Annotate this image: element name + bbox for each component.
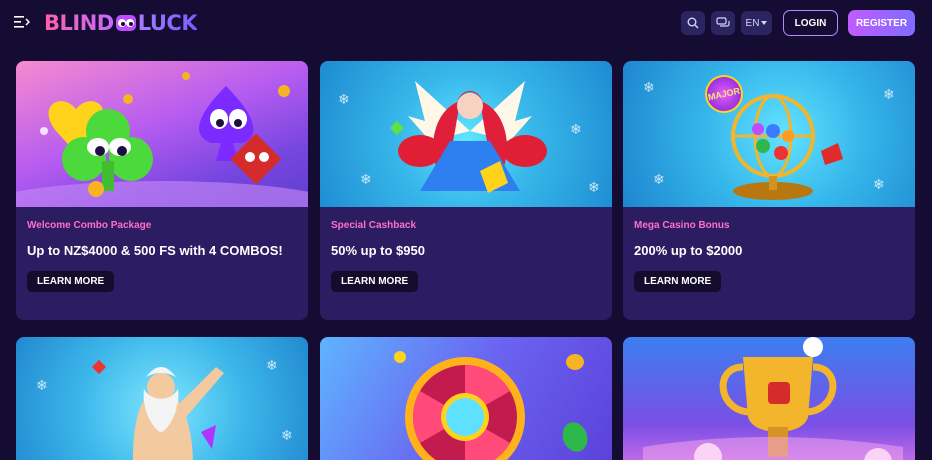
promo-image-lottery: ❄ ❄ ❄ ❄ MAJOR <box>623 61 915 207</box>
zeus-illustration <box>91 359 224 460</box>
logo[interactable]: BLIND LUCK <box>44 10 198 36</box>
promo-tag: Special Cashback <box>331 220 417 231</box>
promo-card[interactable]: ❄ ❄ ❄ ❄ MAJOR Mega Casino Bonus 200% up … <box>623 61 915 320</box>
snowflake-icon: ❄ <box>360 171 372 187</box>
snowflake-icon: ❄ <box>873 176 885 192</box>
promo-image-trophy <box>623 337 915 460</box>
promo-card[interactable]: ❄ ❄ ❄ <box>16 337 308 460</box>
snowflake-icon: ❄ <box>338 91 350 107</box>
promo-card[interactable]: ❄ ❄ ❄ ❄ Special Cashback 50% up to $950 … <box>320 61 612 320</box>
language-label: EN <box>745 17 760 29</box>
promo-tag: Welcome Combo Package <box>27 220 152 231</box>
logo-eyes-icon <box>115 15 136 31</box>
learn-more-button[interactable]: LEARN MORE <box>27 271 115 292</box>
promo-title: 200% up to $2000 <box>634 243 743 258</box>
lottery-cage-illustration <box>731 94 843 200</box>
promo-image-angel: ❄ ❄ ❄ ❄ <box>320 61 612 207</box>
snowflake-icon: ❄ <box>653 171 665 187</box>
snowflake-icon: ❄ <box>588 179 600 195</box>
learn-more-button[interactable]: LEARN MORE <box>331 271 419 292</box>
promo-title: Up to NZ$4000 & 500 FS with 4 COMBOS! <box>27 243 283 258</box>
snowflake-icon: ❄ <box>643 79 655 95</box>
snowflake-icon: ❄ <box>570 121 582 137</box>
chat-icon <box>716 17 730 27</box>
promo-image-suits <box>16 61 308 207</box>
promo-card[interactable] <box>320 337 612 460</box>
header: BLIND LUCK EN LOGIN REGISTER <box>0 0 932 46</box>
promo-tag: Mega Casino Bonus <box>634 220 730 231</box>
major-label: MAJOR <box>707 85 741 103</box>
login-button[interactable]: LOGIN <box>783 10 838 36</box>
promo-title: 50% up to $950 <box>331 243 425 258</box>
chat-button[interactable] <box>711 11 735 35</box>
snowflake-icon: ❄ <box>281 427 293 443</box>
trophy-illustration <box>643 337 903 460</box>
snowflake-icon: ❄ <box>36 377 48 393</box>
promo-card[interactable] <box>623 337 915 460</box>
promo-image-zeus: ❄ ❄ ❄ <box>16 337 308 460</box>
menu-icon[interactable] <box>14 15 30 29</box>
logo-luck: LUCK <box>137 11 198 35</box>
snowflake-icon: ❄ <box>883 86 895 102</box>
suit-characters-illustration <box>16 72 308 207</box>
logo-blind: BLIND <box>44 11 114 35</box>
register-button[interactable]: REGISTER <box>848 10 915 36</box>
promo-image-wheel <box>320 337 612 460</box>
language-selector[interactable]: EN <box>741 11 772 35</box>
promo-card[interactable]: Welcome Combo Package Up to NZ$4000 & 50… <box>16 61 308 320</box>
search-icon <box>687 17 699 29</box>
snowflake-icon: ❄ <box>266 357 278 373</box>
chevron-down-icon <box>761 21 768 25</box>
learn-more-button[interactable]: LEARN MORE <box>634 271 722 292</box>
prize-wheel-illustration <box>394 351 588 460</box>
search-button[interactable] <box>681 11 705 35</box>
